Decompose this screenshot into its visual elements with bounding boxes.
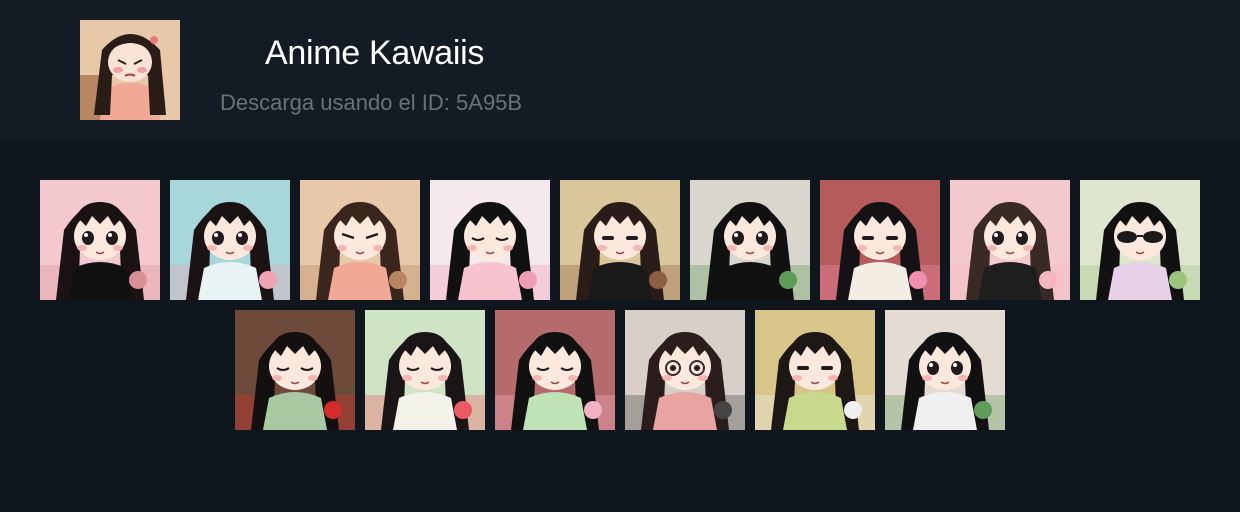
sticker-girl-glasses-computer[interactable] bbox=[625, 310, 745, 430]
sticker-image bbox=[495, 310, 615, 430]
sticker-image bbox=[885, 310, 1005, 430]
sticker-image bbox=[1080, 180, 1200, 300]
sticker-row-1 bbox=[0, 180, 1240, 300]
sticker-girl-with-cat-sleepy[interactable] bbox=[560, 180, 680, 300]
pack-id-value: 5A95B bbox=[456, 90, 523, 115]
sticker-girl-with-bottle[interactable] bbox=[690, 180, 810, 300]
sticker-girl-holding-cat[interactable] bbox=[755, 310, 875, 430]
sticker-girl-sunglasses[interactable] bbox=[1080, 180, 1200, 300]
pack-header: Anime Kawaiis Descarga usando el ID: 5A9… bbox=[0, 0, 1240, 140]
download-id-label: Descarga usando el ID: bbox=[220, 90, 450, 115]
sticker-image bbox=[40, 180, 160, 300]
sticker-girl-surprised[interactable] bbox=[495, 310, 615, 430]
pack-cover-image[interactable] bbox=[80, 20, 180, 120]
sticker-image bbox=[560, 180, 680, 300]
sticker-girl-bow-bottle[interactable] bbox=[885, 310, 1005, 430]
sticker-girl-pink-hood[interactable] bbox=[950, 180, 1070, 300]
sticker-image bbox=[820, 180, 940, 300]
sticker-girl-red-roses[interactable] bbox=[235, 310, 355, 430]
sticker-image bbox=[950, 180, 1070, 300]
sticker-girl-flowers-tired[interactable] bbox=[820, 180, 940, 300]
sticker-girl-meditating[interactable] bbox=[365, 310, 485, 430]
sticker-image bbox=[365, 310, 485, 430]
sticker-girl-bubbles[interactable] bbox=[170, 180, 290, 300]
sticker-girl-laughing[interactable] bbox=[430, 180, 550, 300]
sticker-image bbox=[300, 180, 420, 300]
sticker-image bbox=[690, 180, 810, 300]
sticker-image bbox=[755, 310, 875, 430]
sticker-image bbox=[170, 180, 290, 300]
pack-download-id: Descarga usando el ID: 5A95B bbox=[220, 90, 522, 116]
sticker-image bbox=[625, 310, 745, 430]
sticker-girl-sad-eyes[interactable] bbox=[40, 180, 160, 300]
sticker-image bbox=[430, 180, 550, 300]
sticker-row-2 bbox=[0, 310, 1240, 430]
sticker-image bbox=[235, 310, 355, 430]
pack-title: Anime Kawaiis bbox=[265, 34, 485, 72]
sticker-grid bbox=[0, 180, 1240, 440]
sticker-girl-pouting[interactable] bbox=[300, 180, 420, 300]
